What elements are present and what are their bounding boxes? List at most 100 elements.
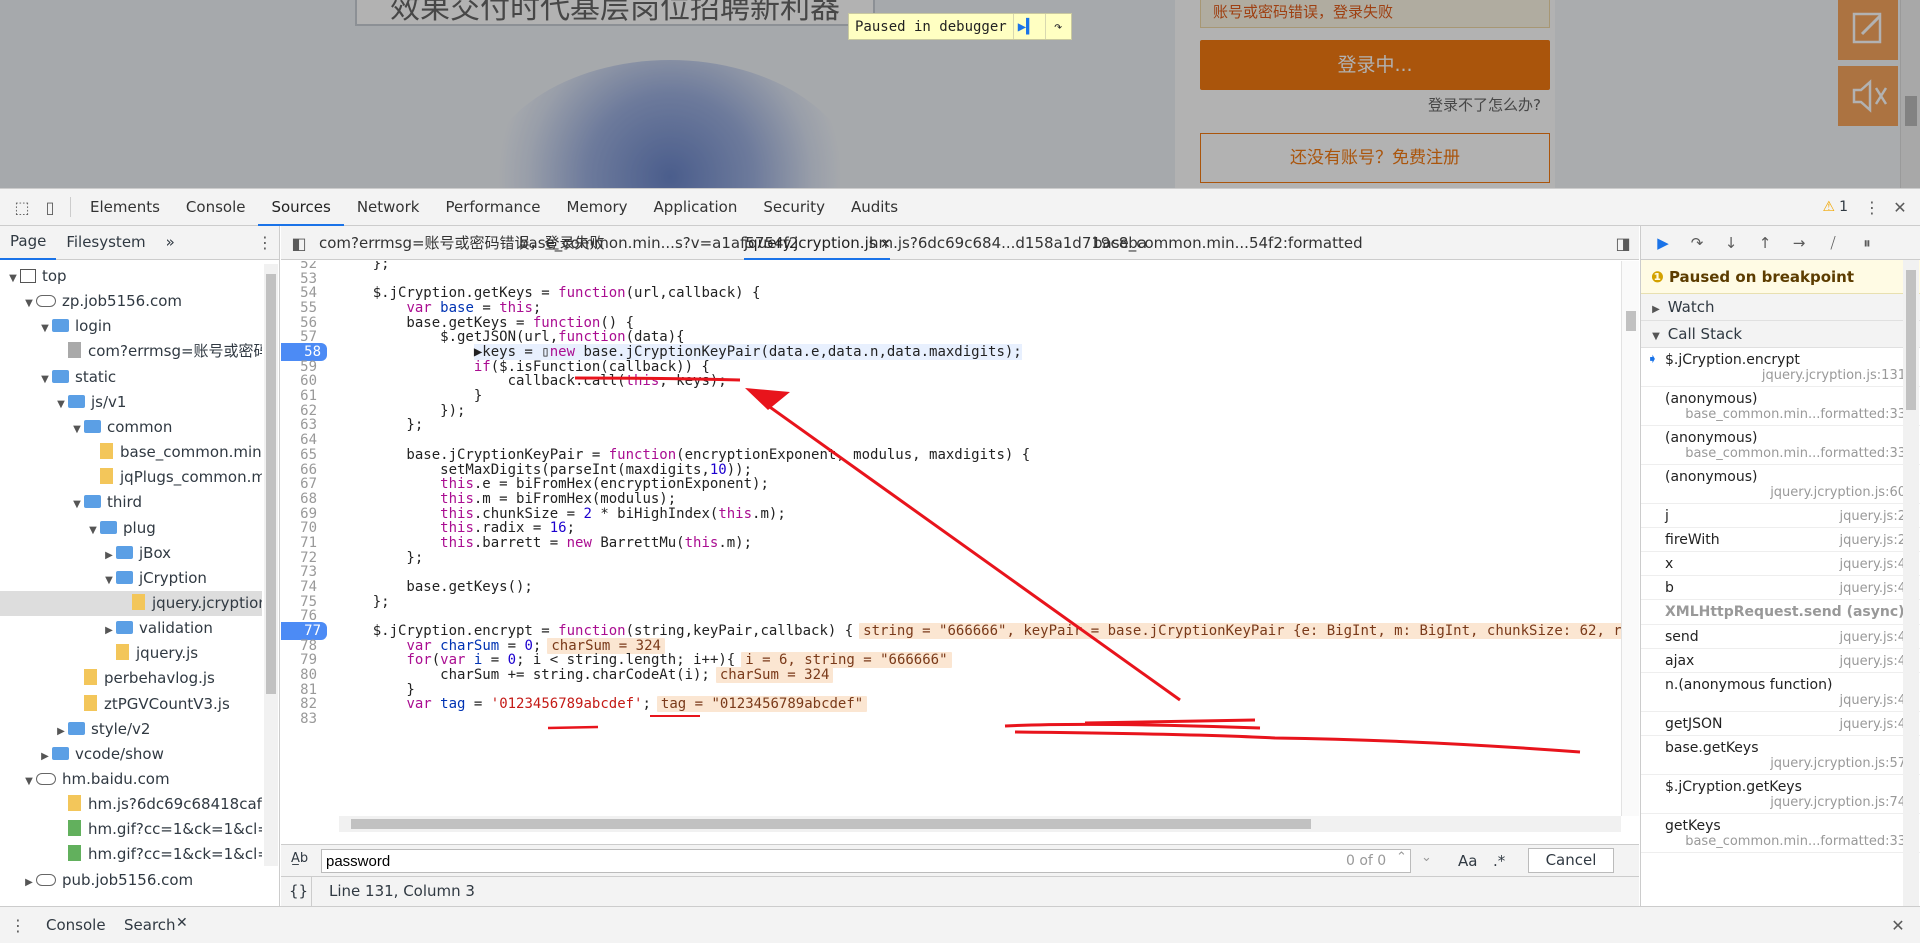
frame-location[interactable]: jquery.jcryption.js:131 [1665, 368, 1910, 383]
device-toolbar-icon[interactable]: ▯ [36, 193, 64, 221]
tab-console[interactable]: Console [173, 189, 259, 226]
call-frame[interactable]: ajax jquery.js:4 [1641, 649, 1920, 673]
call-frame[interactable]: send jquery.js:4 [1641, 625, 1920, 649]
call-frame[interactable]: (anonymous) base_common.min...formatted:3… [1641, 426, 1920, 465]
tree-item[interactable]: jquery.jcryption.j [0, 590, 262, 616]
warning-count[interactable]: 1 [1839, 199, 1848, 215]
call-frame[interactable]: (anonymous) jquery.jcryption.js:60 [1641, 465, 1920, 504]
call-frame[interactable]: $.jCryption.encryptjquery.jcryption.js:1… [1641, 348, 1920, 387]
tab-performance[interactable]: Performance [432, 189, 553, 226]
tree-item[interactable]: ▼ js/v1 [0, 390, 262, 415]
frame-location[interactable]: jquery.js:4 [1840, 654, 1910, 669]
call-frame[interactable]: $.jCryption.getKeys jquery.jcryption.js:7… [1641, 775, 1920, 814]
code-view[interactable]: 52 }; 53 54 $.jCryption.getKeys = function… [281, 261, 1621, 816]
tab-application[interactable]: Application [641, 189, 751, 226]
frame-location[interactable]: jquery.js:4 [1840, 717, 1910, 732]
tree-item[interactable]: ▼ jCryption [0, 566, 262, 591]
regex-button[interactable]: .* [1493, 852, 1505, 870]
close-devtools-icon[interactable]: ✕ [1886, 193, 1914, 221]
tree-item[interactable]: ▶ jBox [0, 541, 262, 566]
file-tab[interactable]: base_common.min...54f2:formatted [1093, 226, 1363, 260]
close-drawer-icon[interactable]: ✕ [1884, 911, 1912, 939]
tree-item[interactable]: ztPGVCountV3.js [0, 692, 262, 717]
frame-location[interactable]: jquery.js:4 [1840, 557, 1910, 572]
tree-item[interactable]: ▼ common [0, 415, 262, 440]
drawer-tab-search[interactable]: Search [124, 916, 176, 934]
step-over-icon[interactable]: ↷ [1044, 14, 1071, 39]
tab-network[interactable]: Network [344, 189, 433, 226]
more-options-icon[interactable]: ⋮ [1858, 193, 1886, 221]
call-frame[interactable]: j jquery.js:2 [1641, 504, 1920, 528]
call-frame[interactable]: n.(anonymous function) jquery.js:4 [1641, 673, 1920, 712]
frame-location[interactable]: jquery.jcryption.js:74 [1665, 795, 1910, 810]
step-icon[interactable]: → [1785, 229, 1813, 257]
pause-on-exceptions-icon[interactable]: ⏸ [1853, 229, 1881, 257]
call-frame[interactable]: b jquery.js:4 [1641, 576, 1920, 600]
frame-location[interactable]: base_common.min...formatted:33 [1665, 446, 1910, 461]
tree-item[interactable]: ▼ top [0, 264, 262, 289]
sidebar-scrollbar[interactable] [1903, 260, 1919, 906]
call-frame[interactable]: base.getKeys jquery.jcryption.js:57 [1641, 736, 1920, 775]
tab-page[interactable]: Page [0, 225, 57, 260]
frame-location[interactable]: jquery.js:4 [1665, 693, 1910, 708]
tab-audits[interactable]: Audits [838, 189, 911, 226]
frame-location[interactable]: jquery.jcryption.js:60 [1665, 485, 1910, 500]
call-frame[interactable]: (anonymous) base_common.min...formatted:3… [1641, 387, 1920, 426]
drawer-menu-icon[interactable]: ⋮ [4, 911, 32, 939]
call-frame[interactable]: getJSON jquery.js:4 [1641, 712, 1920, 736]
deactivate-breakpoints-icon[interactable]: ⧸ [1819, 229, 1847, 257]
watch-section[interactable]: ▶ Watch [1641, 294, 1920, 321]
tree-item[interactable]: hm.gif?cc=1&ck=1&cl=24-l [0, 842, 262, 867]
frame-location[interactable]: jquery.js:2 [1840, 533, 1910, 548]
resume-icon[interactable]: ▶ [1649, 229, 1677, 257]
tree-item[interactable]: ▶ validation [0, 616, 262, 641]
frame-location[interactable]: jquery.jcryption.js:57 [1665, 756, 1910, 771]
code-horizontal-scrollbar[interactable] [339, 816, 1621, 832]
drawer-tab-console[interactable]: Console [46, 916, 106, 934]
tree-item[interactable]: com?errmsg=账号或密码 [0, 339, 262, 364]
tree-item[interactable]: hm.js?6dc69c68418cafbb88 [0, 792, 262, 817]
pretty-print-icon[interactable]: {} [289, 882, 308, 900]
call-frame[interactable]: x jquery.js:4 [1641, 552, 1920, 576]
tree-item[interactable]: ▼ zp.job5156.com [0, 289, 262, 314]
navigator-menu-icon[interactable]: ⋮ [251, 229, 279, 257]
resume-icon[interactable]: ▶▍ [1012, 14, 1039, 39]
frame-location[interactable]: jquery.js:4 [1840, 581, 1910, 596]
toggle-navigator-icon[interactable]: ◧ [285, 229, 313, 257]
navigator-scrollbar[interactable] [264, 264, 278, 866]
tree-item[interactable]: ▼ third [0, 490, 262, 515]
tree-item[interactable]: ▼ hm.baidu.com [0, 767, 262, 792]
tab-elements[interactable]: Elements [77, 189, 173, 226]
tab-sources[interactable]: Sources [258, 189, 344, 226]
search-input[interactable] [321, 849, 1411, 873]
tree-item[interactable]: ▼ static [0, 365, 262, 390]
frame-location[interactable]: jquery.js:2 [1840, 509, 1910, 524]
close-search-tab-icon[interactable]: ✕ [176, 915, 188, 931]
line-number[interactable]: 83 [281, 710, 323, 728]
step-out-icon[interactable]: ↑ [1751, 229, 1779, 257]
replace-toggle-icon[interactable]: A̲b [291, 851, 308, 866]
tree-item[interactable]: hm.gif?cc=1&ck=1&cl=24-l [0, 817, 262, 842]
tab-memory[interactable]: Memory [554, 189, 641, 226]
tab-filesystem[interactable]: Filesystem [56, 226, 155, 259]
tree-item[interactable]: perbehavlog.js [0, 666, 262, 691]
tree-item[interactable]: jquery.js [0, 641, 262, 666]
code-vertical-scrollbar[interactable] [1621, 261, 1639, 816]
tree-item[interactable]: ▶ style/v2 [0, 717, 262, 742]
warning-icon[interactable]: ⚠ [1823, 199, 1836, 215]
step-into-icon[interactable]: ↓ [1717, 229, 1745, 257]
tree-item[interactable]: ▶ pub.job5156.com [0, 868, 262, 893]
search-cancel-button[interactable]: Cancel [1528, 848, 1614, 873]
callstack-section[interactable]: ▼ Call Stack [1641, 321, 1920, 348]
more-tabs-icon[interactable]: » [156, 226, 185, 259]
search-next-icon[interactable]: ⌄ [1421, 850, 1432, 865]
tree-item[interactable]: ▶ vcode/show [0, 742, 262, 767]
frame-location[interactable]: base_common.min...formatted:33 [1665, 407, 1910, 422]
match-case-button[interactable]: Aa [1458, 852, 1477, 870]
toggle-debugger-icon[interactable]: ◨ [1609, 229, 1637, 257]
tree-item[interactable]: ▼ plug [0, 516, 262, 541]
step-over-icon[interactable]: ↷ [1683, 229, 1711, 257]
frame-location[interactable]: base_common.min...formatted:33 [1665, 834, 1910, 849]
tab-security[interactable]: Security [750, 189, 838, 226]
tree-item[interactable]: base_common.min.js [0, 440, 262, 465]
